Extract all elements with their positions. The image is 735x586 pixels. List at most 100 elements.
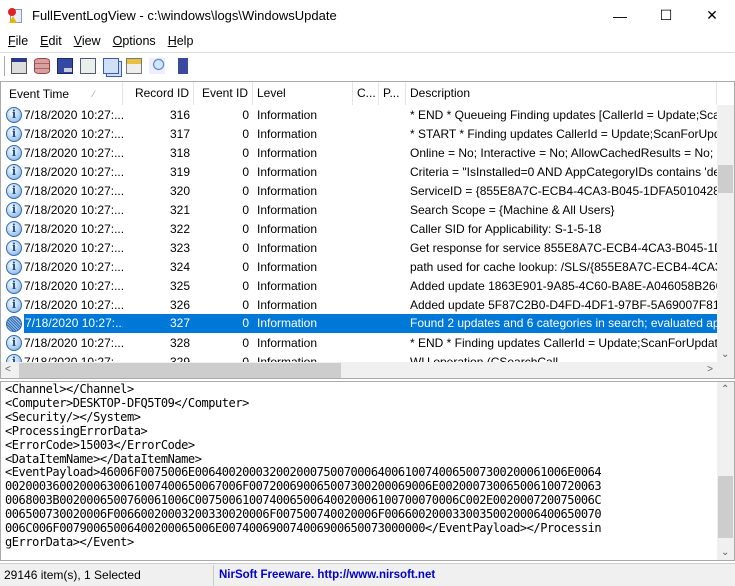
empty-cell — [379, 314, 406, 333]
menu-options[interactable]: Options — [107, 34, 162, 48]
table-row[interactable]: i 7/18/2020 10:27:... 318 0 Information Onlin… — [1, 143, 717, 162]
column-label: P... — [383, 86, 400, 100]
column-label: Event Time — [9, 86, 70, 101]
desc-cell: Caller SID for Applicability: S-1-5-18 — [410, 221, 602, 236]
scroll-down-icon[interactable]: ⌄ — [721, 547, 729, 558]
column-header[interactable]: Event ID — [194, 82, 253, 105]
scroll-down-icon[interactable]: ⌄ — [721, 349, 729, 360]
event-cell: 0 — [242, 278, 249, 293]
horizontal-scrollbar[interactable]: < > — [1, 362, 717, 378]
event-cell: 0 — [242, 240, 249, 255]
scroll-right-icon[interactable]: > — [707, 364, 713, 375]
empty-cell — [353, 314, 379, 333]
level-cell: Information — [257, 354, 318, 363]
exit-icon[interactable] — [172, 58, 188, 74]
toolbar-grip — [4, 56, 6, 76]
level-cell: Information — [257, 278, 318, 293]
information-icon: i — [6, 296, 22, 313]
desc-cell: * END * Finding updates CallerId = Updat… — [410, 335, 717, 350]
event-time-cell: i 7/18/2020 10:27:... — [1, 334, 123, 351]
column-label: Description — [410, 86, 471, 100]
table-row[interactable]: i 7/18/2020 10:27:... 319 0 Information Crite… — [1, 162, 717, 181]
table-row[interactable]: i 7/18/2020 10:27:... 324 0 Information path … — [1, 257, 717, 276]
window-icon[interactable] — [11, 58, 27, 74]
table-row[interactable]: 7/18/2020 10:27:... 327 0 Information Found … — [1, 314, 717, 333]
properties-icon[interactable] — [126, 58, 142, 74]
save-icon[interactable] — [57, 58, 73, 74]
table-row[interactable]: i 7/18/2020 10:27:... 317 0 Information * STA… — [1, 124, 717, 143]
event-cell: 0 — [242, 107, 249, 122]
status-bar: 29146 item(s), 1 Selected NirSoft Freewa… — [0, 563, 735, 586]
event-cell: 0 — [242, 221, 249, 236]
event-time: 7/18/2020 10:27:... — [24, 107, 123, 122]
table-row[interactable]: i 7/18/2020 10:27:... 328 0 Information * END… — [1, 333, 717, 352]
menu-edit[interactable]: Edit — [34, 34, 68, 48]
event-time-cell: i 7/18/2020 10:27:... — [1, 353, 123, 362]
information-icon: i — [6, 125, 22, 142]
menu-file[interactable]: File — [2, 34, 34, 48]
record-cell: 318 — [169, 145, 190, 160]
information-icon: i — [6, 144, 22, 161]
menu-label: dit — [48, 34, 62, 48]
level-cell: Information — [257, 202, 318, 217]
column-header[interactable]: Description — [406, 82, 717, 105]
item-count: 29146 item(s), 1 Selected — [0, 564, 214, 586]
event-time: 7/18/2020 10:27:... — [24, 164, 123, 179]
column-header[interactable]: Record ID — [123, 82, 194, 105]
column-header[interactable]: P... — [379, 82, 406, 105]
event-list[interactable]: Event Time ⁄ Record ID Event ID Level C... P..… — [0, 81, 735, 379]
record-cell: 316 — [169, 107, 190, 122]
desc-cell: Online = No; Interactive = No; AllowCach… — [410, 145, 714, 160]
record-cell: 319 — [169, 164, 190, 179]
level-cell: Information — [257, 107, 318, 122]
column-header[interactable]: Level — [253, 82, 353, 105]
table-row[interactable]: i 7/18/2020 10:27:... 323 0 Information Get r… — [1, 238, 717, 257]
record-cell: 320 — [169, 183, 190, 198]
menu-view[interactable]: View — [68, 34, 107, 48]
find-icon[interactable] — [149, 58, 165, 74]
scroll-up-icon[interactable]: ⌃ — [721, 384, 729, 395]
copy-icon[interactable] — [103, 58, 119, 74]
table-row[interactable]: i 7/18/2020 10:27:... 326 0 Information Added… — [1, 295, 717, 314]
window-title: FullEventLogView - c:\windows\logs\Windo… — [32, 8, 337, 23]
event-cell: 0 — [242, 202, 249, 217]
maximize-button[interactable]: ☐ — [643, 0, 689, 31]
information-icon: i — [6, 106, 22, 123]
scroll-thumb[interactable] — [19, 363, 341, 378]
table-row[interactable]: i 7/18/2020 10:27:... 320 0 Information Servi… — [1, 181, 717, 200]
information-icon: i — [6, 201, 22, 218]
scroll-thumb[interactable] — [718, 476, 733, 538]
level-cell: Information — [257, 126, 318, 141]
vertical-scrollbar[interactable]: ⌃ ⌄ — [717, 382, 734, 560]
menu-help[interactable]: Help — [162, 34, 200, 48]
level-cell: Information — [257, 240, 318, 255]
table-row[interactable]: i 7/18/2020 10:27:... 321 0 Information Searc… — [1, 200, 717, 219]
scroll-thumb[interactable] — [718, 165, 733, 193]
event-time: 7/18/2020 10:27:... — [24, 183, 123, 198]
desc-cell: * END * Queueing Finding updates [Caller… — [410, 107, 717, 122]
refresh-icon[interactable] — [80, 58, 96, 74]
event-time: 7/18/2020 10:27:... — [24, 126, 123, 141]
scroll-left-icon[interactable]: < — [5, 364, 11, 375]
menu-label: ptions — [122, 34, 156, 48]
table-row[interactable]: i 7/18/2020 10:27:... 325 0 Information Added… — [1, 276, 717, 295]
xml-detail-pane[interactable]: <Channel></Channel> <Computer>DESKTOP-DF… — [0, 381, 735, 561]
database-icon[interactable] — [34, 58, 50, 74]
table-row[interactable]: i 7/18/2020 10:27:... 329 0 Information WU op… — [1, 352, 717, 362]
minimize-button[interactable]: — — [597, 0, 643, 31]
record-cell: 326 — [169, 297, 190, 312]
vertical-scrollbar[interactable]: ⌄ — [717, 105, 734, 362]
scroll-corner — [717, 362, 734, 378]
event-time-cell: i 7/18/2020 10:27:... — [1, 163, 123, 180]
column-header[interactable]: Event Time ⁄ — [1, 82, 123, 105]
event-time: 7/18/2020 10:27:... — [24, 145, 123, 160]
table-row[interactable]: i 7/18/2020 10:27:... 316 0 Information * END… — [1, 105, 717, 124]
close-button[interactable]: ✕ — [689, 0, 735, 31]
menu-label: ile — [15, 34, 29, 48]
level-cell: Information — [257, 164, 318, 179]
table-row[interactable]: i 7/18/2020 10:27:... 322 0 Information Calle… — [1, 219, 717, 238]
column-header[interactable]: C... — [353, 82, 379, 105]
event-time: 7/18/2020 10:27:... — [24, 259, 123, 274]
nirsoft-link[interactable]: NirSoft Freeware. http://www.nirsoft.net — [214, 569, 435, 581]
event-time-cell: 7/18/2020 10:27:... — [1, 314, 123, 333]
